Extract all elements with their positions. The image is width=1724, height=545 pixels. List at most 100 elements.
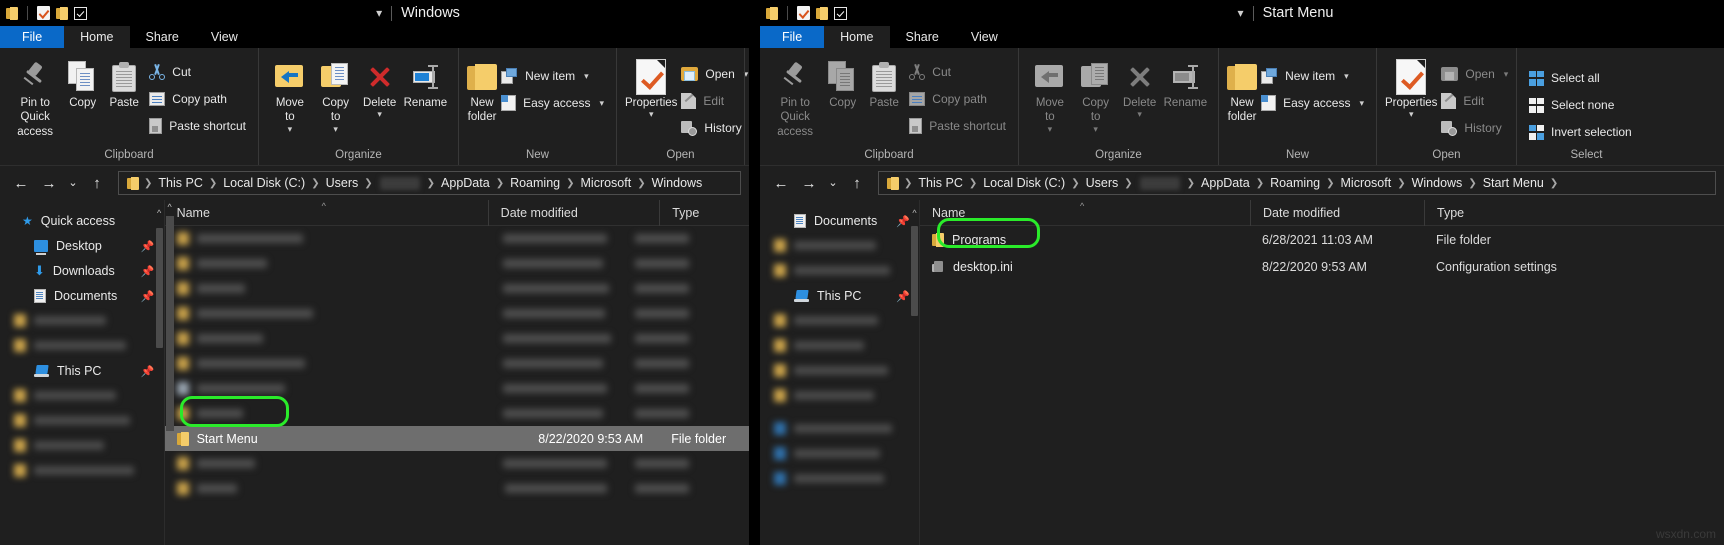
breadcrumb-left[interactable]: ❯ This PC ❯ Local Disk (C:) ❯ Users ❯ ❯ … <box>118 171 741 195</box>
pin-to-quick-access-button[interactable]: Pin to Quick access <box>768 54 822 139</box>
properties-button[interactable]: Properties ▾ <box>625 54 677 119</box>
easy-access-button[interactable]: Easy access ▾ <box>1257 91 1368 115</box>
copy-to-button[interactable]: Copy to ▾ <box>1073 54 1119 133</box>
up-button[interactable]: ↑ <box>84 170 110 196</box>
scroll-up-icon[interactable]: ^ <box>910 208 919 218</box>
chevron-down-icon[interactable]: ▾ <box>584 71 589 82</box>
quick-access-toolbar-left[interactable] <box>6 6 87 20</box>
table-row[interactable] <box>165 301 749 326</box>
breadcrumb-local-disk[interactable]: Local Disk (C:) <box>218 176 310 190</box>
edit-button[interactable]: Edit <box>677 89 749 113</box>
chevron-down-icon[interactable]: ▾ <box>1344 71 1349 82</box>
nav-item-blurred[interactable] <box>774 383 913 408</box>
navpane-scrollbar[interactable]: ^ <box>910 206 919 545</box>
breadcrumb-local-disk[interactable]: Local Disk (C:) <box>978 176 1070 190</box>
chevron-down-icon[interactable]: ▾ <box>377 110 382 119</box>
pin-icon[interactable]: 📌 <box>141 240 155 253</box>
chevron-down-icon[interactable]: ▾ <box>1093 124 1098 133</box>
invert-selection-button[interactable]: Invert selection <box>1525 120 1636 144</box>
new-folder-button[interactable]: New folder <box>1227 54 1258 125</box>
folder-icon[interactable] <box>56 6 68 20</box>
paste-shortcut-button[interactable]: Paste shortcut <box>145 114 250 138</box>
tab-share[interactable]: Share <box>890 26 955 48</box>
tab-file[interactable]: File <box>760 26 825 48</box>
properties-icon[interactable] <box>37 6 50 20</box>
breadcrumb-windows[interactable]: Windows <box>1407 176 1468 190</box>
chevron-down-icon[interactable]: ▾ <box>1048 124 1053 133</box>
nav-item-blurred[interactable] <box>14 383 158 408</box>
column-header-date-modified[interactable]: Date modified <box>1250 200 1424 226</box>
properties-icon[interactable] <box>797 6 810 20</box>
paste-shortcut-button[interactable]: Paste shortcut <box>905 114 1010 138</box>
nav-item-blurred[interactable] <box>14 333 158 358</box>
pin-icon[interactable]: 📌 <box>141 365 155 378</box>
column-header-name[interactable]: Name ^ <box>165 200 488 226</box>
breadcrumb-start-menu[interactable]: Start Menu <box>1478 176 1549 190</box>
table-row[interactable] <box>165 251 749 276</box>
column-header-name[interactable]: Name ^ <box>920 200 1250 226</box>
select-none-button[interactable]: Select none <box>1525 93 1636 117</box>
pin-icon[interactable]: 📌 <box>896 215 910 228</box>
scroll-up-icon[interactable]: ^ <box>155 208 164 218</box>
column-header-date-modified[interactable]: Date modified <box>487 200 660 226</box>
forward-button[interactable]: → <box>36 170 62 196</box>
table-row[interactable] <box>165 276 749 301</box>
rename-button[interactable]: Rename <box>1161 54 1210 110</box>
table-row[interactable] <box>165 376 749 401</box>
nav-item-blurred[interactable] <box>774 308 913 333</box>
properties-button[interactable]: Properties ▾ <box>1385 54 1437 119</box>
breadcrumb-username-redacted[interactable] <box>379 176 420 190</box>
breadcrumb-appdata[interactable]: AppData <box>1196 176 1255 190</box>
breadcrumb-this-pc[interactable]: This PC <box>153 176 207 190</box>
cut-button[interactable]: Cut <box>145 60 250 84</box>
pin-icon[interactable]: 📌 <box>141 290 155 303</box>
copy-path-button[interactable]: Copy path <box>905 87 1010 111</box>
paste-button[interactable]: Paste <box>863 54 905 110</box>
move-to-button[interactable]: Move to ▾ <box>1027 54 1073 133</box>
breadcrumb-microsoft[interactable]: Microsoft <box>1336 176 1397 190</box>
column-header-type[interactable]: Type <box>1424 200 1604 226</box>
scrollbar-thumb[interactable] <box>911 226 918 316</box>
nav-item-this-pc[interactable]: This PC 📌 <box>0 358 164 383</box>
cut-button[interactable]: Cut <box>905 60 1010 84</box>
copy-path-button[interactable]: Copy path <box>145 87 250 111</box>
file-list-scrollbar[interactable]: ^ <box>165 200 175 545</box>
table-row[interactable] <box>165 476 749 501</box>
chevron-down-icon[interactable]: ▾ <box>376 6 382 20</box>
nav-item-this-pc[interactable]: This PC 📌 <box>760 283 919 308</box>
pin-icon[interactable]: 📌 <box>141 265 155 278</box>
breadcrumb-this-pc[interactable]: This PC <box>913 176 967 190</box>
table-row[interactable] <box>165 451 749 476</box>
table-row-desktop-ini[interactable]: desktop.ini 8/22/2020 9:53 AM Configurat… <box>920 254 1724 279</box>
tab-home[interactable]: Home <box>824 26 890 48</box>
nav-item-blurred[interactable] <box>774 358 913 383</box>
folder-icon[interactable] <box>766 6 778 20</box>
nav-item-blurred[interactable] <box>14 408 158 433</box>
edit-button[interactable]: Edit <box>1437 89 1512 113</box>
history-button[interactable]: History <box>1437 116 1512 140</box>
nav-item-blurred[interactable] <box>774 416 913 441</box>
nav-item-blurred[interactable] <box>774 258 913 283</box>
rename-button[interactable]: Rename <box>401 54 450 110</box>
new-item-button[interactable]: New item ▾ <box>1257 64 1368 88</box>
quick-access-toolbar-right[interactable] <box>766 6 847 20</box>
chevron-down-icon[interactable]: ▾ <box>1137 110 1142 119</box>
chevron-down-icon[interactable]: ▾ <box>1409 110 1414 119</box>
nav-item-quick-access[interactable]: ★ Quick access <box>0 208 164 233</box>
open-button[interactable]: Open ▾ <box>677 62 749 86</box>
checkbox-icon[interactable] <box>834 6 847 20</box>
nav-item-documents[interactable]: Documents 📌 <box>0 283 164 308</box>
nav-item-blurred[interactable] <box>774 233 913 258</box>
delete-button[interactable]: Delete ▾ <box>1119 54 1161 119</box>
nav-item-blurred[interactable] <box>774 466 913 491</box>
chevron-down-icon[interactable]: ▾ <box>599 98 604 109</box>
breadcrumb-microsoft[interactable]: Microsoft <box>576 176 637 190</box>
nav-item-downloads[interactable]: ⬇ Downloads 📌 <box>0 258 164 283</box>
navpane-scrollbar[interactable]: ^ <box>155 206 164 545</box>
tab-home[interactable]: Home <box>64 26 130 48</box>
nav-item-blurred[interactable] <box>14 308 158 333</box>
tab-view[interactable]: View <box>195 26 254 48</box>
nav-item-blurred[interactable] <box>774 333 913 358</box>
chevron-down-icon[interactable]: ▾ <box>288 124 293 133</box>
folder-icon[interactable] <box>6 6 18 20</box>
